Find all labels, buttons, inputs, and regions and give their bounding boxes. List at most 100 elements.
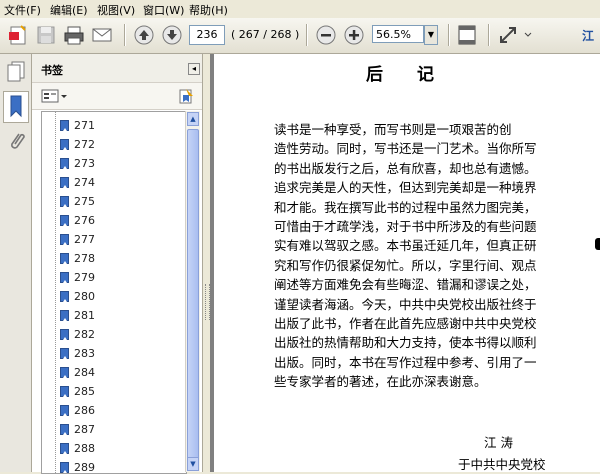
create-pdf-icon[interactable] bbox=[6, 23, 30, 47]
navigation-strip bbox=[0, 54, 32, 472]
bookmark-item[interactable]: 273 bbox=[42, 154, 182, 173]
options-menu-icon[interactable] bbox=[41, 88, 67, 107]
text-line: 实有难以驾驭之感。本书虽迁延几年，但真正研 bbox=[274, 238, 537, 254]
pages-icon[interactable] bbox=[6, 60, 26, 85]
bookmark-icon bbox=[60, 424, 69, 435]
bookmarks-tab-icon[interactable] bbox=[3, 91, 29, 123]
zoom-in-icon[interactable] bbox=[342, 23, 366, 47]
next-page-icon[interactable] bbox=[160, 23, 184, 47]
bookmark-label: 271 bbox=[74, 119, 95, 132]
bookmark-item[interactable]: 288 bbox=[42, 439, 182, 458]
bookmark-label: 286 bbox=[74, 404, 95, 417]
scroll-down-button[interactable]: ▼ bbox=[187, 457, 199, 471]
bookmark-item[interactable]: 276 bbox=[42, 211, 182, 230]
bookmark-item[interactable]: 281 bbox=[42, 306, 182, 325]
bookmark-icon bbox=[60, 348, 69, 359]
bookmark-label: 283 bbox=[74, 347, 95, 360]
text-line: 和才能。我在撰写此书的过程中虽然力图完美， bbox=[274, 199, 537, 215]
author-place: 于中共中央党校 bbox=[458, 457, 546, 472]
panel-close-button[interactable]: ◂ bbox=[188, 63, 200, 75]
bookmark-item[interactable]: 287 bbox=[42, 420, 182, 439]
bookmark-item[interactable]: 277 bbox=[42, 230, 182, 249]
bookmark-label: 276 bbox=[74, 214, 95, 227]
bookmark-item[interactable]: 274 bbox=[42, 173, 182, 192]
bookmark-item[interactable]: 279 bbox=[42, 268, 182, 287]
text-line: 究和写作仍很紧促匆忙。所以，字里行间、观点 bbox=[274, 257, 537, 273]
toolbar: 236 ( 267 / 268 ) 56.5% ▼ 江 bbox=[0, 18, 600, 54]
bookmark-label: 282 bbox=[74, 328, 95, 341]
document-area: 后 记 读书是一种享受，而写书则是一项艰苦的创造性劳动。同时，写书还是一门艺术。… bbox=[210, 54, 600, 472]
text-line: 的书出版发行之后，总有欣喜，却也总有遗憾。 bbox=[274, 160, 537, 176]
bookmark-label: 281 bbox=[74, 309, 95, 322]
fit-page-icon[interactable] bbox=[455, 23, 479, 47]
bookmark-icon bbox=[60, 291, 69, 302]
bookmark-icon bbox=[60, 405, 69, 416]
save-icon[interactable] bbox=[34, 23, 58, 47]
bookmark-label: 279 bbox=[74, 271, 95, 284]
bookmark-icon bbox=[60, 310, 69, 321]
bookmark-item[interactable]: 280 bbox=[42, 287, 182, 306]
bookmark-item[interactable]: 275 bbox=[42, 192, 182, 211]
scroll-thumb[interactable] bbox=[187, 129, 199, 459]
bookmark-label: 280 bbox=[74, 290, 95, 303]
text-line: 读书是一种享受，而写书则是一项艰苦的创 bbox=[274, 122, 512, 137]
menu-help[interactable]: 帮助(H) bbox=[189, 2, 228, 18]
text-line: 出版社的热情帮助和大力支持，使本书得以顺利 bbox=[274, 335, 537, 351]
bookmark-icon bbox=[60, 329, 69, 340]
text-line: 造性劳动。同时，写书还是一门艺术。当你所写 bbox=[274, 141, 537, 157]
panel-splitter[interactable] bbox=[203, 54, 210, 472]
bookmark-label: 289 bbox=[74, 461, 95, 474]
prev-page-icon[interactable] bbox=[132, 23, 156, 47]
bookmark-label: 274 bbox=[74, 176, 95, 189]
panel-title: 书签 bbox=[41, 64, 63, 77]
panel-toolbar bbox=[32, 83, 202, 110]
menu-window[interactable]: 窗口(W) bbox=[143, 2, 184, 18]
menu-bar: 文件(F) 编辑(E) 视图(V) 窗口(W) 帮助(H) bbox=[0, 0, 600, 19]
zoom-out-icon[interactable] bbox=[314, 23, 338, 47]
text-line: 出版了此书，作者在此首先应感谢中共中央党校 bbox=[274, 315, 537, 331]
bookmark-item[interactable]: 283 bbox=[42, 344, 182, 363]
page-number-input[interactable]: 236 bbox=[189, 25, 225, 45]
bookmark-item[interactable]: 286 bbox=[42, 401, 182, 420]
bookmark-item[interactable]: 285 bbox=[42, 382, 182, 401]
text-line: 追求完美是人的天性，但达到完美却是一种境界 bbox=[274, 180, 537, 196]
bookmark-label: 287 bbox=[74, 423, 95, 436]
scroll-up-button[interactable]: ▲ bbox=[187, 112, 199, 126]
bookmark-icon bbox=[60, 253, 69, 264]
bookmark-label: 277 bbox=[74, 233, 95, 246]
bookmark-scrollbar[interactable]: ▲ ▼ bbox=[185, 111, 200, 472]
bookmark-icon bbox=[60, 139, 69, 150]
page-edge-marker bbox=[595, 238, 600, 250]
fullscreen-icon[interactable] bbox=[496, 23, 520, 47]
bookmark-item[interactable]: 271 bbox=[42, 116, 182, 135]
text-line: 出版。同时，本书在写作过程中参考、引用了一 bbox=[274, 354, 537, 370]
zoom-input[interactable]: 56.5% bbox=[372, 25, 424, 43]
menu-view[interactable]: 视图(V) bbox=[97, 2, 135, 18]
bookmark-list: 271 272 273 274 275 276 277 278 279 280 281 282 283 2… bbox=[41, 111, 187, 474]
bookmark-icon bbox=[60, 196, 69, 207]
menu-file[interactable]: 文件(F) bbox=[4, 2, 41, 18]
bookmark-item[interactable]: 282 bbox=[42, 325, 182, 344]
bookmark-icon bbox=[60, 234, 69, 245]
bookmark-item[interactable]: 284 bbox=[42, 363, 182, 382]
toolbar-overflow-icon[interactable] bbox=[522, 23, 534, 47]
page-body: 读书是一种享受，而写书则是一项艰苦的创造性劳动。同时，写书还是一门艺术。当你所写… bbox=[274, 120, 590, 391]
bookmark-item[interactable]: 278 bbox=[42, 249, 182, 268]
print-icon[interactable] bbox=[62, 23, 86, 47]
expand-bookmark-icon[interactable] bbox=[178, 87, 196, 108]
attachments-icon[interactable] bbox=[6, 130, 26, 155]
window-title-fragment: 江 bbox=[582, 29, 595, 43]
bookmark-label: 285 bbox=[74, 385, 95, 398]
bookmark-icon bbox=[60, 386, 69, 397]
bookmark-icon bbox=[60, 215, 69, 226]
bookmark-item[interactable]: 272 bbox=[42, 135, 182, 154]
menu-edit[interactable]: 编辑(E) bbox=[50, 2, 88, 18]
page-heading: 后 记 bbox=[366, 65, 448, 85]
bookmark-icon bbox=[60, 120, 69, 131]
bookmark-icon bbox=[60, 443, 69, 454]
document-page: 后 记 读书是一种享受，而写书则是一项艰苦的创造性劳动。同时，写书还是一门艺术。… bbox=[214, 54, 600, 472]
bookmark-icon bbox=[60, 367, 69, 378]
zoom-dropdown[interactable]: ▼ bbox=[424, 25, 438, 45]
email-icon[interactable] bbox=[90, 23, 114, 47]
bookmark-label: 273 bbox=[74, 157, 95, 170]
